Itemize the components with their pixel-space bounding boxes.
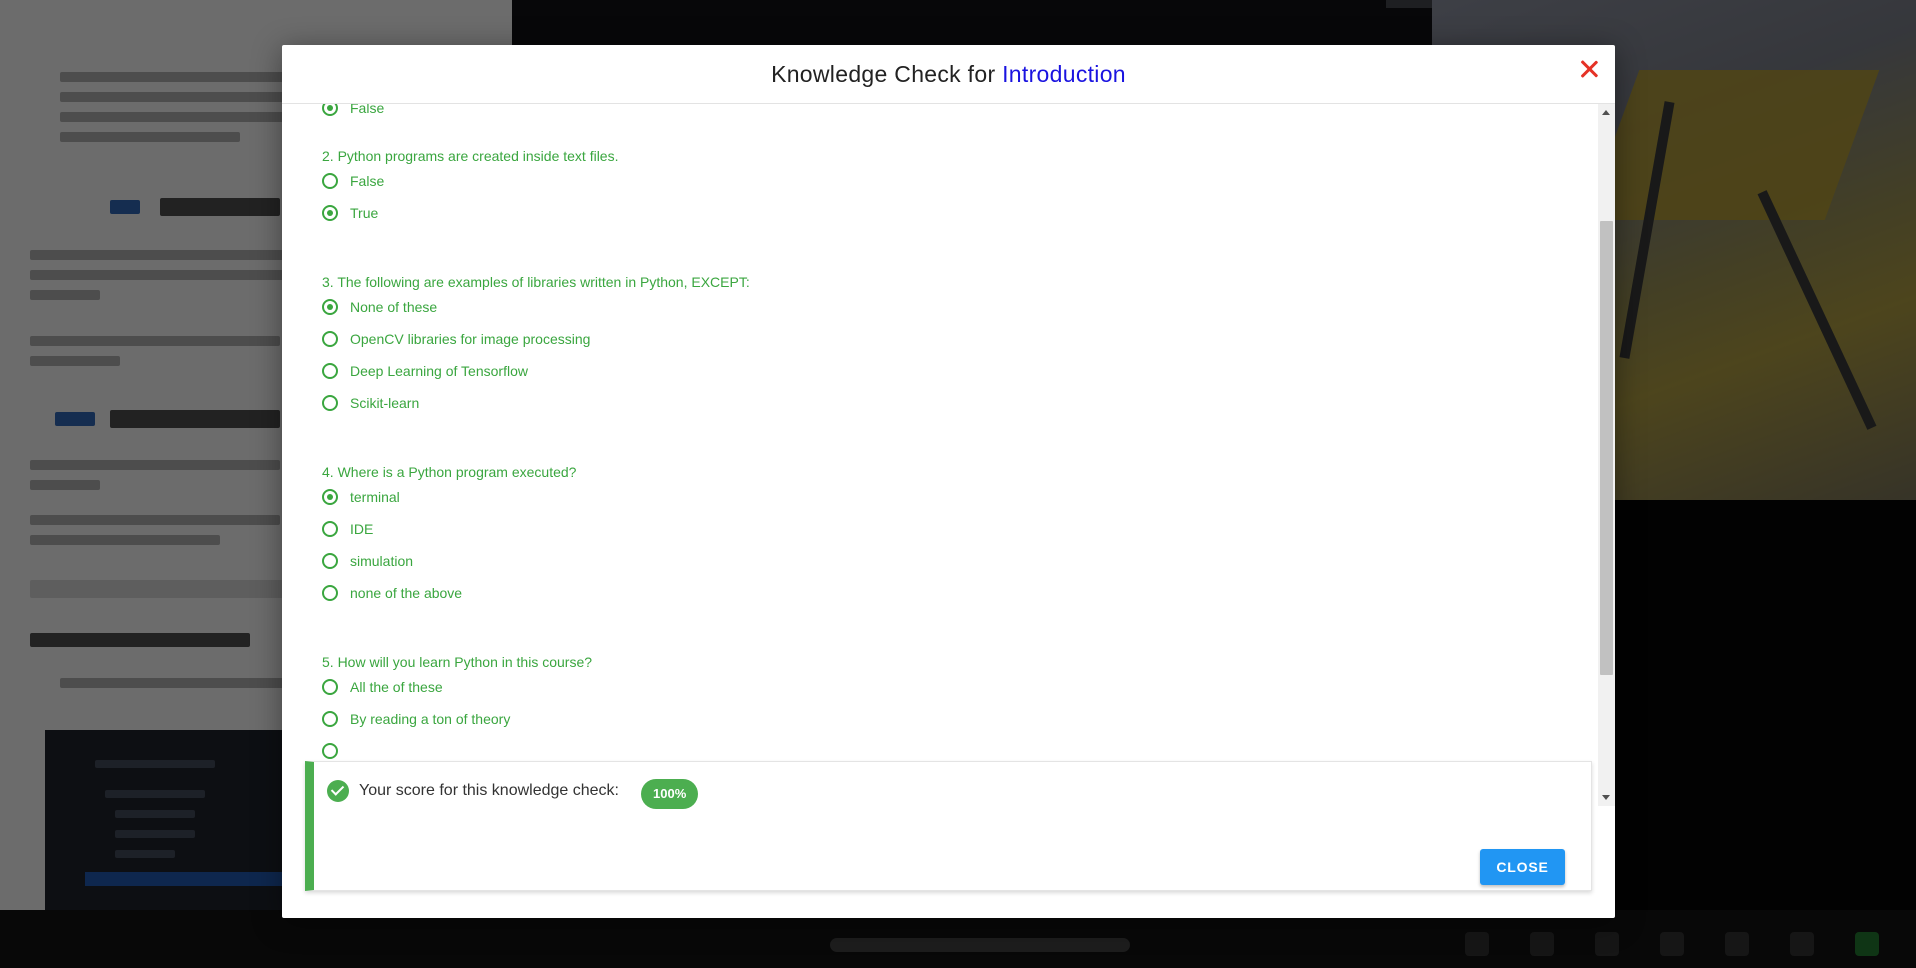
radio-icon[interactable] xyxy=(322,743,338,759)
question-3-option-1[interactable]: None of these xyxy=(322,296,437,318)
dialog-title: Knowledge Check for Introduction xyxy=(282,61,1615,88)
radio-icon[interactable] xyxy=(322,585,338,601)
close-icon[interactable] xyxy=(1577,57,1601,81)
radio-icon[interactable] xyxy=(322,711,338,727)
radio-icon[interactable] xyxy=(322,205,338,221)
question-4-option-3[interactable]: simulation xyxy=(322,550,413,572)
radio-icon[interactable] xyxy=(322,521,338,537)
dialog-title-topic: Introduction xyxy=(1002,61,1126,87)
dialog-scrollbar[interactable] xyxy=(1598,104,1615,806)
question-4-option-1[interactable]: terminal xyxy=(322,486,400,508)
question-3-option-2[interactable]: OpenCV libraries for image processing xyxy=(322,328,590,350)
close-button[interactable]: CLOSE xyxy=(1480,849,1565,885)
score-badge: 100% xyxy=(641,779,699,809)
knowledge-check-dialog: Knowledge Check for Introduction False 2… xyxy=(282,45,1615,918)
question-2-option-1[interactable]: False xyxy=(322,170,384,192)
radio-icon[interactable] xyxy=(322,363,338,379)
question-3-text: 3. The following are examples of librari… xyxy=(322,274,750,290)
question-3-option-4[interactable]: Scikit-learn xyxy=(322,392,419,414)
radio-icon[interactable] xyxy=(322,299,338,315)
radio-icon[interactable] xyxy=(322,489,338,505)
question-4-option-2[interactable]: IDE xyxy=(322,518,373,540)
scrollbar-thumb[interactable] xyxy=(1600,221,1613,675)
radio-icon[interactable] xyxy=(322,395,338,411)
radio-icon[interactable] xyxy=(322,104,338,116)
question-2-option-2[interactable]: True xyxy=(322,202,378,224)
dialog-header: Knowledge Check for Introduction xyxy=(282,45,1615,104)
question-4-option-4[interactable]: none of the above xyxy=(322,582,462,604)
radio-icon[interactable] xyxy=(322,173,338,189)
question-3-option-3[interactable]: Deep Learning of Tensorflow xyxy=(322,360,528,382)
question-5-option-1[interactable]: All the of these xyxy=(322,676,443,698)
check-circle-icon xyxy=(327,780,349,802)
scroll-up-icon[interactable] xyxy=(1602,110,1610,115)
question-4-text: 4. Where is a Python program executed? xyxy=(322,464,577,480)
question-5-text: 5. How will you learn Python in this cou… xyxy=(322,654,593,670)
quiz-content[interactable]: False 2. Python programs are created ins… xyxy=(282,104,1598,806)
scroll-down-icon[interactable] xyxy=(1602,795,1610,800)
question-5-option-2[interactable]: By reading a ton of theory xyxy=(322,708,510,730)
score-panel: Your score for this knowledge check: 100… xyxy=(305,761,1592,891)
radio-icon[interactable] xyxy=(322,679,338,695)
radio-icon[interactable] xyxy=(322,331,338,347)
question-1-option-false[interactable]: False xyxy=(322,104,384,119)
question-5-option-3[interactable] xyxy=(322,740,350,762)
radio-icon[interactable] xyxy=(322,553,338,569)
question-2-text: 2. Python programs are created inside te… xyxy=(322,148,619,164)
score-label: Your score for this knowledge check: xyxy=(359,782,619,799)
dialog-title-prefix: Knowledge Check for xyxy=(771,61,996,87)
